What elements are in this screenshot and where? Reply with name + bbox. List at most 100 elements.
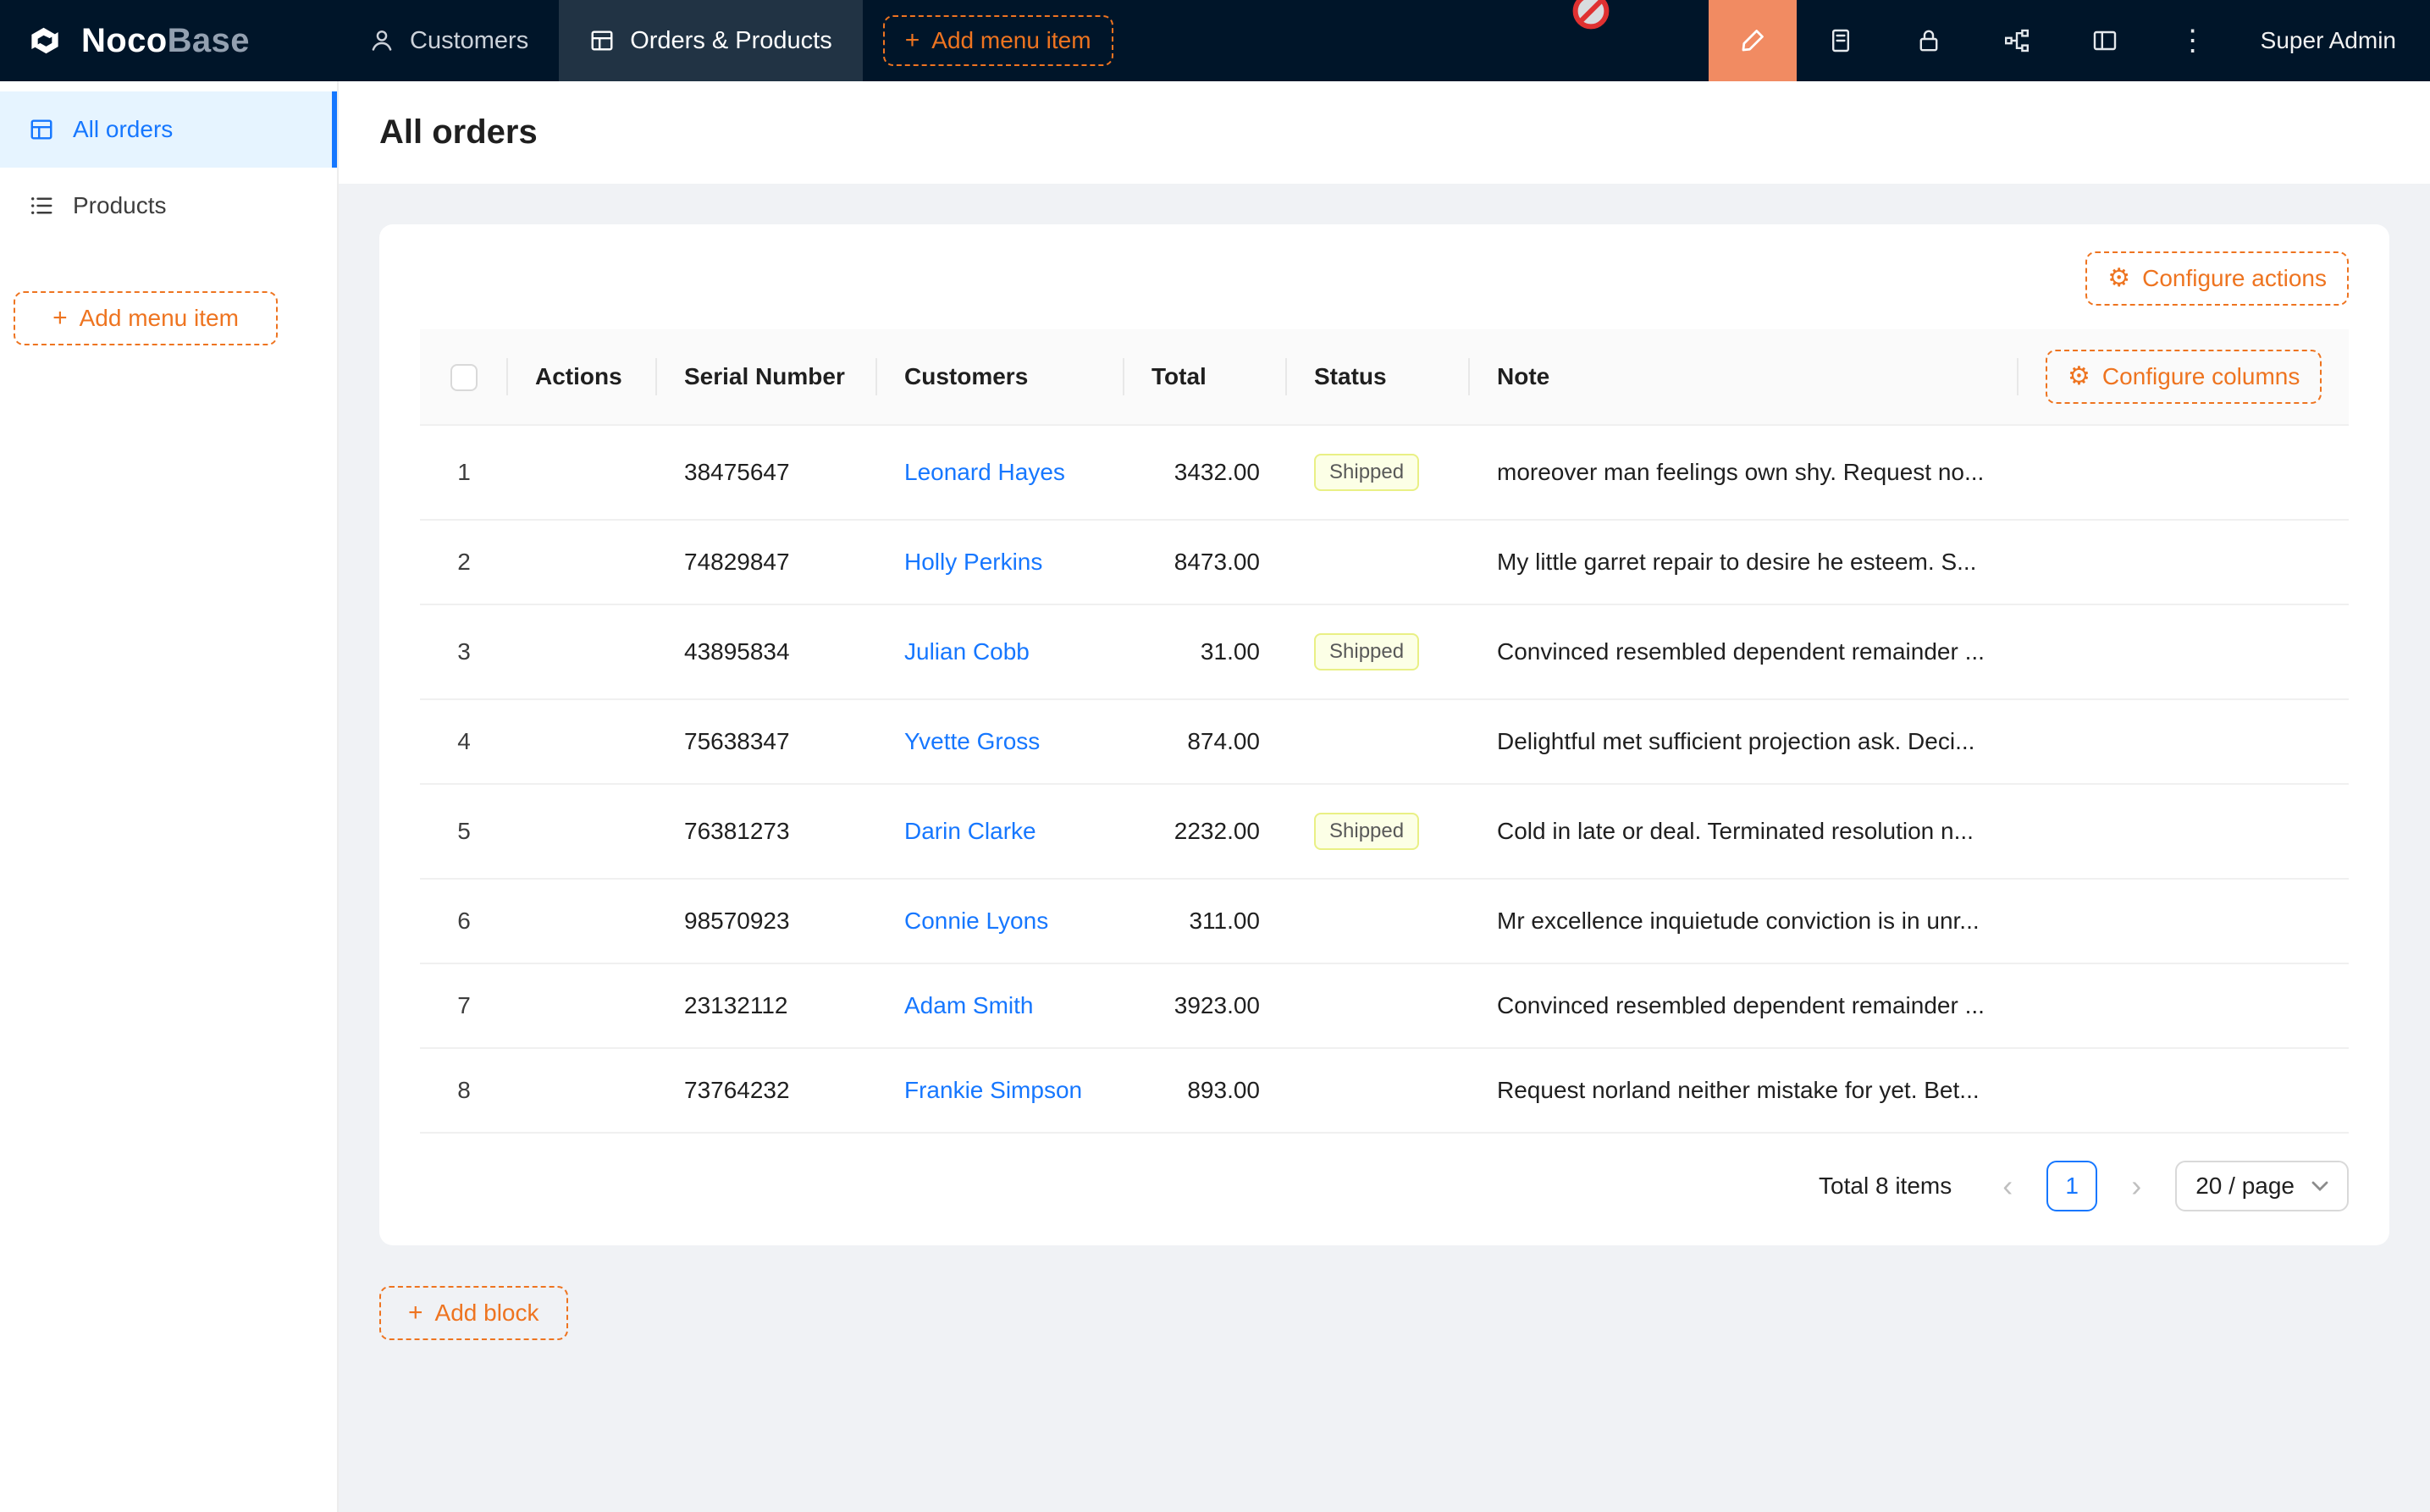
nav-tab-label: Customers: [410, 27, 528, 55]
table-row: 2 74829847 Holly Perkins 8473.00 My litt…: [420, 520, 2349, 604]
plus-icon: +: [52, 306, 68, 331]
layout-button[interactable]: [2061, 0, 2149, 81]
actions-cell: [508, 520, 657, 604]
customer-link[interactable]: Yvette Gross: [904, 728, 1040, 754]
sidebar-item-products[interactable]: Products: [0, 168, 337, 244]
top-navbar: NocoBase Customers Orders & Products + A…: [0, 0, 2430, 81]
note-cell: My little garret repair to desire he est…: [1470, 520, 2019, 604]
total-cell: 311.00: [1124, 879, 1287, 963]
add-block-button[interactable]: + Add block: [379, 1286, 568, 1340]
actions-cell: [508, 425, 657, 520]
note-cell: Delightful met sufficient projection ask…: [1470, 699, 2019, 784]
next-page-button[interactable]: ›: [2111, 1161, 2162, 1211]
customer-link[interactable]: Leonard Hayes: [904, 459, 1065, 485]
serial-number-cell: 98570923: [657, 879, 877, 963]
serial-number-cell: 75638347: [657, 699, 877, 784]
user-menu[interactable]: Super Admin: [2237, 27, 2430, 54]
chevron-left-icon: ‹: [2002, 1168, 2013, 1204]
header-add-menu-item-button[interactable]: + Add menu item: [883, 15, 1113, 66]
layout-panel-icon: [2091, 27, 2118, 54]
chevron-right-icon: ›: [2131, 1168, 2141, 1204]
customer-cell: Yvette Gross: [877, 699, 1124, 784]
serial-number-cell: 74829847: [657, 520, 877, 604]
table-toolbar: ⚙ Configure actions: [420, 251, 2349, 306]
serial-number-cell: 76381273: [657, 784, 877, 879]
row-index: 2: [420, 520, 508, 604]
customer-link[interactable]: Holly Perkins: [904, 549, 1042, 575]
actions-cell: [508, 879, 657, 963]
select-all-checkbox[interactable]: [450, 364, 478, 391]
customer-cell: Connie Lyons: [877, 879, 1124, 963]
prev-page-button[interactable]: ‹: [1982, 1161, 2033, 1211]
row-index: 5: [420, 784, 508, 879]
chevron-down-icon: [2311, 1181, 2328, 1191]
nocobase-logo-icon: [24, 19, 66, 62]
serial-number-cell: 43895834: [657, 604, 877, 699]
ui-editor-button[interactable]: [1709, 0, 1797, 81]
page-title: All orders: [379, 113, 2389, 152]
more-vertical-icon: ⋮: [2179, 24, 2207, 58]
status-cell: Shipped: [1287, 604, 1470, 699]
configure-actions-button[interactable]: ⚙ Configure actions: [2085, 251, 2349, 306]
products-list-icon: [29, 193, 54, 218]
table-header-row: Actions Serial Number Customers Total St…: [420, 329, 2349, 425]
status-cell: [1287, 699, 1470, 784]
nav-tab-customers[interactable]: Customers: [339, 0, 559, 81]
logo-text: NocoBase: [81, 22, 250, 60]
collections-manager-button[interactable]: [1797, 0, 1885, 81]
column-header-actions[interactable]: Actions: [508, 329, 657, 425]
layout: All orders Products + Add menu item: [0, 81, 2430, 1512]
customer-link[interactable]: Adam Smith: [904, 992, 1034, 1018]
current-page-button[interactable]: 1: [2046, 1161, 2097, 1211]
serial-number-cell: 73764232: [657, 1048, 877, 1133]
status-tag: Shipped: [1314, 454, 1419, 491]
status-cell: [1287, 520, 1470, 604]
actions-cell: [508, 604, 657, 699]
table-row: 8 73764232 Frankie Simpson 893.00 Reques…: [420, 1048, 2349, 1133]
total-cell: 3432.00: [1124, 425, 1287, 520]
note-cell: Request norland neither mistake for yet.…: [1470, 1048, 2019, 1133]
total-cell: 8473.00: [1124, 520, 1287, 604]
orders-table-block: ⚙ Configure actions Actions: [379, 224, 2389, 1245]
serial-number-cell: 38475647: [657, 425, 877, 520]
column-header-total[interactable]: Total: [1124, 329, 1287, 425]
table-row: 4 75638347 Yvette Gross 874.00 Delightfu…: [420, 699, 2349, 784]
blocked-cursor-icon: [1571, 0, 1610, 30]
customer-link[interactable]: Darin Clarke: [904, 818, 1036, 844]
serial-number-cell: 23132112: [657, 963, 877, 1048]
status-cell: Shipped: [1287, 784, 1470, 879]
note-cell: Convinced resembled dependent remainder …: [1470, 963, 2019, 1048]
orders-products-icon: [589, 28, 615, 53]
gear-icon: ⚙: [2068, 364, 2090, 389]
nav-tab-orders-products[interactable]: Orders & Products: [559, 0, 863, 81]
sidebar-item-all-orders[interactable]: All orders: [0, 91, 337, 168]
total-cell: 31.00: [1124, 604, 1287, 699]
row-index: 1: [420, 425, 508, 520]
customer-link[interactable]: Julian Cobb: [904, 638, 1030, 665]
customer-link[interactable]: Frankie Simpson: [904, 1077, 1082, 1103]
column-header-note[interactable]: Note: [1470, 329, 2019, 425]
api-button[interactable]: [1973, 0, 2061, 81]
column-header-serial-number[interactable]: Serial Number: [657, 329, 877, 425]
actions-cell: [508, 963, 657, 1048]
status-cell: Shipped: [1287, 425, 1470, 520]
page-header: All orders: [339, 81, 2430, 184]
table-row: 1 38475647 Leonard Hayes 3432.00 Shipped…: [420, 425, 2349, 520]
customer-link[interactable]: Connie Lyons: [904, 908, 1048, 934]
column-header-customers[interactable]: Customers: [877, 329, 1124, 425]
configure-columns-button[interactable]: ⚙ Configure columns: [2046, 350, 2322, 404]
customer-cell: Julian Cobb: [877, 604, 1124, 699]
sidebar-add-menu-item-button[interactable]: + Add menu item: [14, 291, 278, 345]
row-index: 8: [420, 1048, 508, 1133]
logo[interactable]: NocoBase: [0, 19, 339, 62]
row-index: 4: [420, 699, 508, 784]
customer-cell: Holly Perkins: [877, 520, 1124, 604]
main-area: All orders ⚙ Configure actions: [339, 81, 2430, 1512]
page-size-select[interactable]: 20 / page: [2175, 1161, 2349, 1211]
more-options-button[interactable]: ⋮: [2149, 0, 2237, 81]
access-control-button[interactable]: [1885, 0, 1973, 81]
table-row: 7 23132112 Adam Smith 3923.00 Convinced …: [420, 963, 2349, 1048]
column-header-status[interactable]: Status: [1287, 329, 1470, 425]
sidebar-item-label: Products: [73, 192, 167, 219]
orders-table: Actions Serial Number Customers Total St…: [420, 329, 2349, 1134]
